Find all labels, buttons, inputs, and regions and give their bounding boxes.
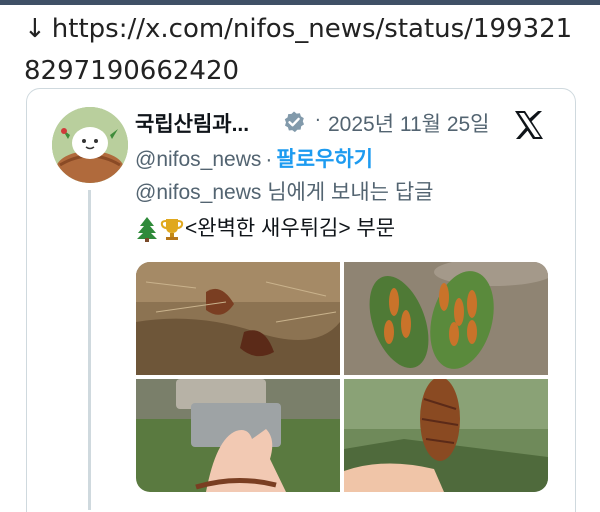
- photo-pinecones-on-leaves[interactable]: [344, 262, 548, 375]
- verified-badge-icon: [284, 111, 304, 133]
- photo-hand-with-pinecone-scales[interactable]: [136, 379, 340, 492]
- photo-held-pinecone[interactable]: [344, 379, 548, 492]
- separator-dot: ·: [265, 148, 273, 171]
- top-bar: [0, 0, 600, 5]
- tweet-body: <완벽한 새우튀김> 부문: [185, 217, 396, 240]
- author-name[interactable]: 국립산림과...: [135, 108, 249, 138]
- separator-dot: ·: [315, 110, 321, 131]
- reply-to-suffix: 님에게 보내는 답글: [261, 181, 434, 204]
- url-text[interactable]: https://x.com/nifos_news/status/19932182…: [24, 14, 572, 86]
- tree-emoji: [137, 217, 157, 243]
- x-logo-icon[interactable]: [512, 108, 546, 142]
- thread-line: [88, 190, 91, 510]
- reply-to-handle[interactable]: @nifos_news: [135, 181, 261, 204]
- follow-button[interactable]: 팔로우하기: [276, 148, 373, 171]
- down-arrow-icon: ↓: [24, 14, 46, 44]
- handle-row: @nifos_news · 팔로우하기: [135, 143, 373, 173]
- reply-context: @nifos_news 님에게 보내는 답글: [135, 176, 433, 206]
- trophy-emoji: [160, 219, 184, 241]
- tweet-date[interactable]: 2025년 11월 25일: [328, 108, 490, 138]
- mascot-icon: [52, 107, 128, 183]
- tweet-url[interactable]: ↓ https://x.com/nifos_news/status/1993218…: [24, 8, 584, 92]
- avatar[interactable]: [52, 107, 128, 183]
- author-handle[interactable]: @nifos_news: [135, 148, 261, 171]
- tweet-text: <완벽한 새우튀김> 부문: [135, 212, 396, 243]
- photo-pinecone-ground[interactable]: [136, 262, 340, 375]
- image-grid[interactable]: [136, 262, 548, 492]
